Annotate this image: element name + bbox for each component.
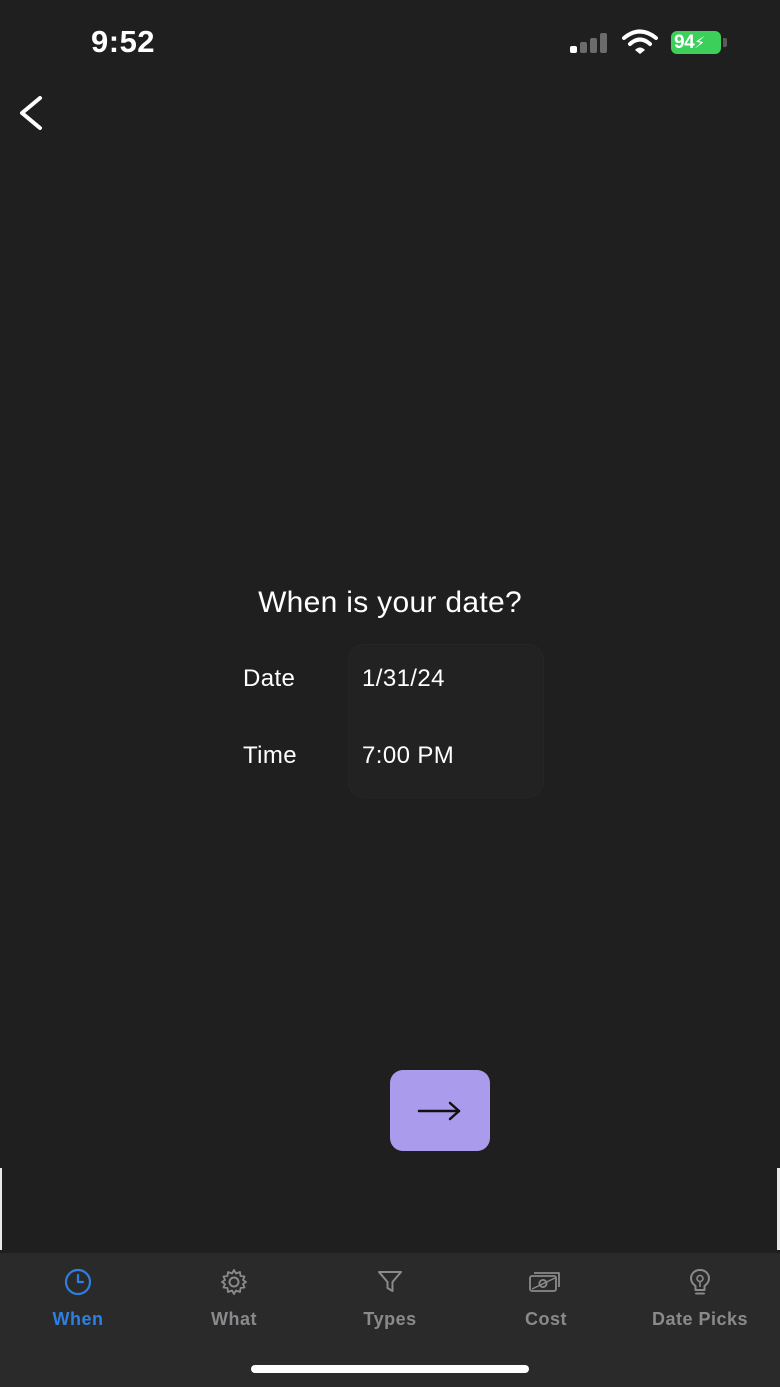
lightbulb-icon	[690, 1269, 710, 1295]
page-question: When is your date?	[258, 586, 522, 619]
home-indicator	[251, 1365, 529, 1373]
status-bar: 9:52 94⚡	[0, 0, 780, 84]
date-label: Date	[243, 665, 296, 692]
status-time: 9:52	[91, 24, 156, 59]
battery-percent: 94⚡	[674, 32, 705, 53]
time-label: Time	[243, 742, 298, 769]
tab-label: What	[211, 1309, 257, 1329]
clock-icon	[64, 1268, 92, 1296]
tab-label: Cost	[525, 1309, 567, 1329]
money-icon	[529, 1272, 560, 1292]
date-picker[interactable]: 1/31/24	[362, 665, 445, 693]
next-button[interactable]	[390, 1070, 490, 1151]
tab-what[interactable]: What	[156, 1253, 312, 1343]
wifi-icon	[622, 29, 658, 54]
arrow-right-icon	[417, 1101, 461, 1121]
tab-types[interactable]: Types	[312, 1253, 468, 1343]
chevron-left-icon	[20, 96, 42, 130]
time-picker[interactable]: 7:00 PM	[362, 742, 454, 770]
tab-cost[interactable]: Cost	[468, 1253, 624, 1343]
back-button[interactable]	[14, 92, 50, 134]
edge-divider-left	[0, 1168, 2, 1250]
gear-icon	[221, 1269, 247, 1295]
tab-label: When	[52, 1309, 104, 1329]
tab-when[interactable]: When	[0, 1253, 156, 1343]
cellular-signal-icon	[570, 33, 610, 53]
filter-icon	[378, 1271, 402, 1292]
tab-label: Types	[363, 1309, 417, 1329]
battery-cap	[723, 38, 727, 47]
tab-label: Date Picks	[651, 1309, 749, 1329]
battery-icon: 94⚡	[671, 31, 727, 55]
tab-date-picks[interactable]: Date Picks	[622, 1253, 778, 1343]
